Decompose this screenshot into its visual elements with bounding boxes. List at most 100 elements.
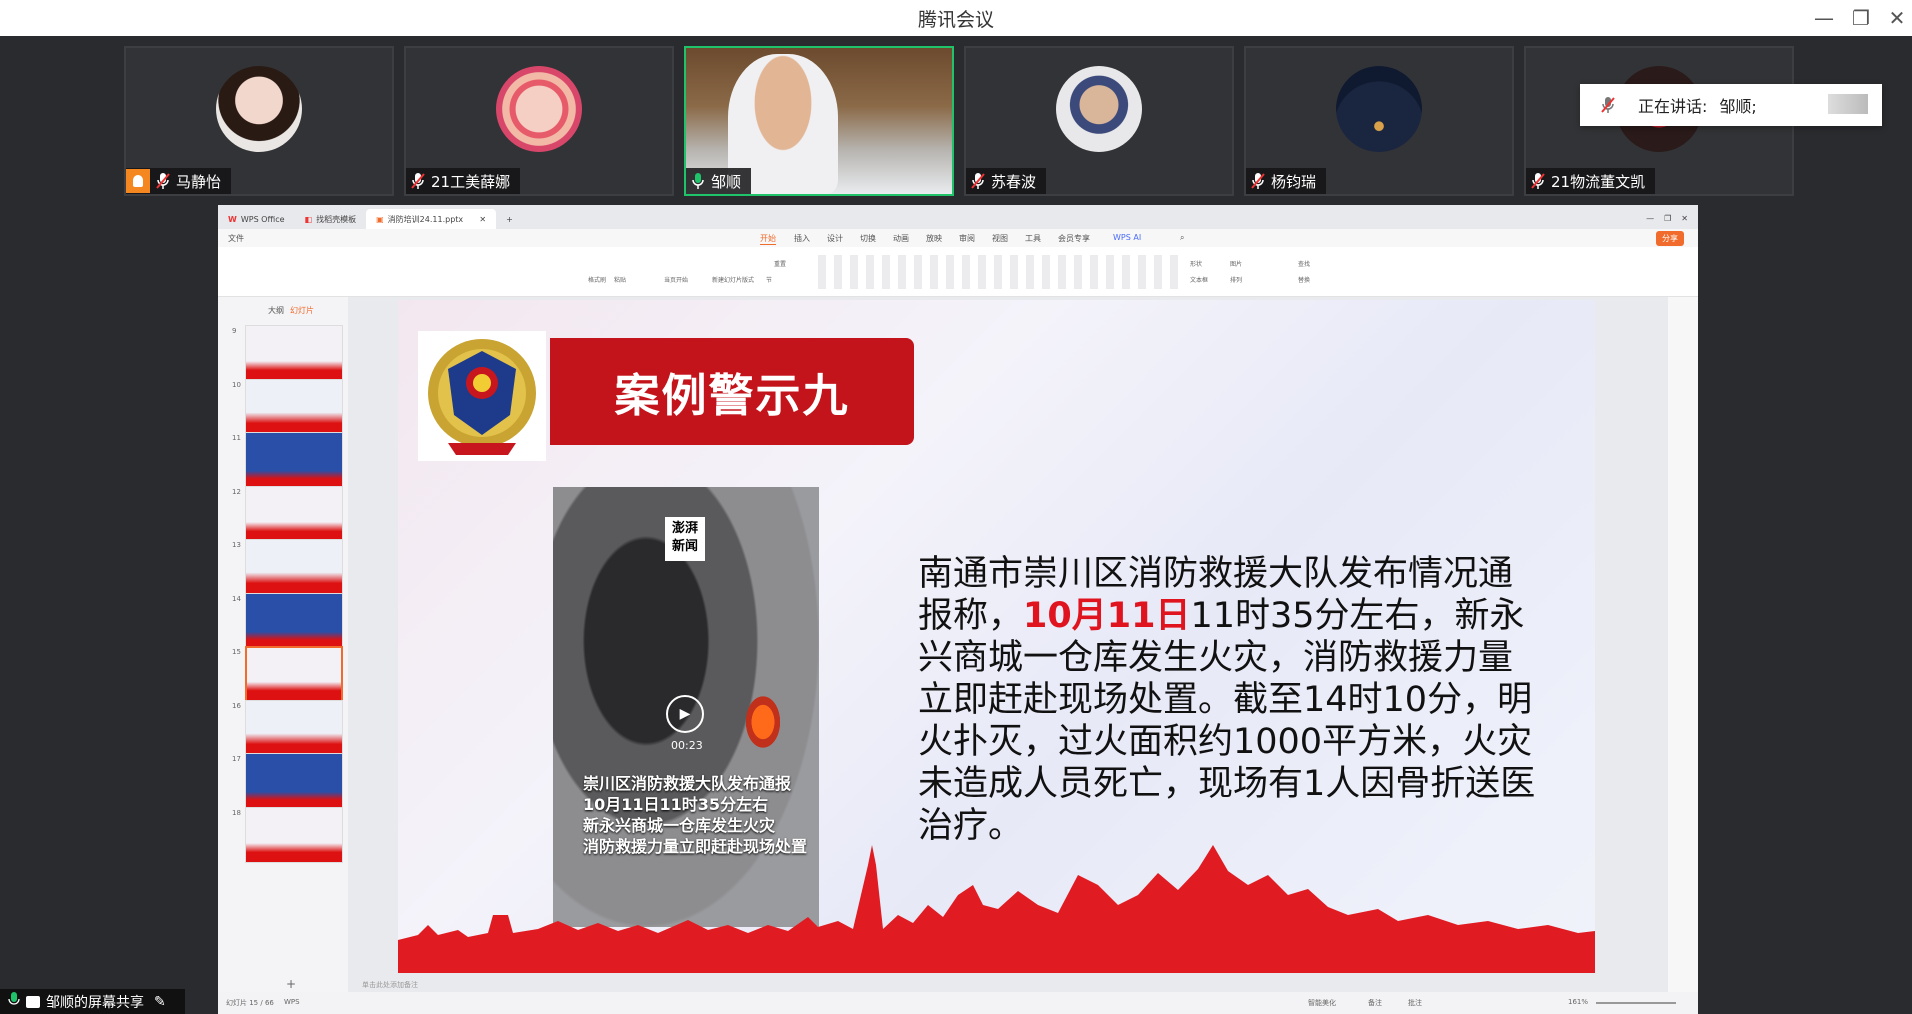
notes-button[interactable]: 备注 (1368, 998, 1382, 1008)
slide-thumbnail[interactable] (245, 699, 343, 756)
close-icon[interactable]: ✕ (1681, 214, 1688, 223)
template-icon: ◧ (304, 214, 313, 224)
menu-tools[interactable]: 工具 (1025, 233, 1041, 244)
slide-thumbnail[interactable] (245, 646, 343, 702)
mic-muted-icon (970, 172, 986, 190)
slide-thumbnail-pane: 大纲 幻灯片 9 10 11 12 13 14 15 16 17 18 + (218, 297, 348, 992)
slide-thumbnail[interactable] (245, 592, 343, 649)
comments-button[interactable]: 批注 (1408, 998, 1422, 1008)
new-slide-button[interactable]: 新建幻灯片 (712, 275, 742, 284)
slide-number: 10 (232, 380, 241, 389)
mic-muted-icon (155, 172, 171, 190)
menu-wps-ai[interactable]: WPS AI (1113, 233, 1141, 242)
pen-icon[interactable]: ✎ (154, 994, 166, 1010)
outline-tab[interactable]: 大纲 (268, 305, 284, 316)
slides-tab[interactable]: 幻灯片 (290, 305, 314, 316)
name-tag: 邹顺 (686, 168, 752, 194)
close-icon[interactable]: ✕ (1882, 4, 1912, 32)
zoom-level[interactable]: 161% (1568, 998, 1588, 1006)
participant-tile[interactable]: 苏春波 (964, 46, 1234, 196)
menu-view[interactable]: 视图 (992, 233, 1008, 244)
smart-beautify-button[interactable]: 智能美化 (1308, 998, 1336, 1008)
screen-share-label: 邹顺的屏幕共享 ✎ (0, 989, 185, 1014)
menu-design[interactable]: 设计 (827, 233, 843, 244)
slide-thumbnail[interactable] (245, 485, 343, 542)
find-button[interactable]: 查找 (1298, 259, 1310, 268)
mic-muted-icon (1600, 96, 1616, 118)
participant-tile-active[interactable]: 邹顺 (684, 46, 954, 196)
slide-thumbnail[interactable] (245, 806, 343, 863)
participant-tile[interactable]: 马静怡 (124, 46, 394, 196)
menu-home[interactable]: 开始 (760, 233, 776, 245)
participant-name: 21物流董文凯 (1551, 172, 1646, 191)
format-painter-button[interactable]: 格式刷 (588, 275, 606, 284)
arrange-button[interactable]: 排列 (1230, 275, 1242, 284)
window-controls: — ❐ ✕ (1646, 214, 1698, 229)
ribbon-toolbar: 格式刷 粘贴 当页开始 新建幻灯片 版式 节 重置 形状 图片 文本框 排列 查… (218, 247, 1698, 297)
participant-tile[interactable]: 21工美薛娜 (404, 46, 674, 196)
menu-insert[interactable]: 插入 (794, 233, 810, 244)
slide-number: 18 (232, 808, 241, 817)
name-tag: 苏春波 (966, 168, 1047, 194)
section-button[interactable]: 节 (766, 275, 772, 284)
shared-screen: W WPS Office ◧ 找稻壳模板 ▣ 消防培训24.11.pptx ✕ + — ❐… (218, 205, 1698, 1014)
date-highlight: 10月11日 (1023, 596, 1191, 636)
shape-button[interactable]: 形状 (1190, 259, 1202, 268)
wps-logo-icon: W (228, 214, 237, 224)
restore-icon[interactable]: ❐ (1846, 4, 1876, 32)
tab-template[interactable]: ◧ 找稻壳模板 (295, 209, 367, 229)
replace-button[interactable]: 替换 (1298, 275, 1310, 284)
restore-icon[interactable]: ❐ (1664, 214, 1671, 223)
host-icon (126, 169, 150, 193)
slide-thumbnail[interactable] (245, 432, 343, 488)
menu-member[interactable]: 会员专享 (1058, 233, 1090, 244)
slide-title: 案例警示九 (550, 338, 914, 445)
picture-button[interactable]: 图片 (1230, 259, 1242, 268)
play-from-current-button[interactable]: 当页开始 (664, 275, 688, 284)
slide-thumbnail[interactable] (245, 539, 343, 595)
mic-muted-icon (1250, 172, 1266, 190)
add-slide-button[interactable]: + (286, 977, 296, 991)
tab-label: 消防培训24.11.pptx (387, 214, 464, 224)
search-icon[interactable]: ⌕ (1180, 233, 1184, 243)
font-tools-group (818, 255, 1178, 289)
name-tag: 杨钧瑞 (1246, 168, 1327, 194)
participant-strip: 马静怡 21工美薛娜 邹顺 苏春波 杨钧瑞 21物流董文凯 (124, 46, 1796, 196)
notes-area[interactable]: 单击此处添加备注 (348, 975, 1668, 992)
name-tag: 21工美薛娜 (406, 168, 521, 194)
menu-transition[interactable]: 切换 (860, 233, 876, 244)
menu-review[interactable]: 审阅 (959, 233, 975, 244)
window-titlebar: 腾讯会议 — ❐ ✕ (0, 0, 1912, 36)
slide-body-text: 南通市崇川区消防救援大队发布情况通报称，10月11日11时35分左右，新永兴商城… (918, 554, 1536, 846)
participant-name: 21工美薛娜 (431, 172, 511, 191)
tab-pptx[interactable]: ▣ 消防培训24.11.pptx ✕ (366, 209, 497, 229)
minimize-icon[interactable]: — (1809, 4, 1839, 32)
video-timestamp: 00:23 (671, 739, 703, 752)
new-tab-button[interactable]: + (496, 209, 523, 229)
participant-name: 马静怡 (176, 172, 222, 191)
zoom-slider[interactable] (1596, 1002, 1676, 1004)
layout-button[interactable]: 版式 (742, 275, 754, 284)
slide-thumbnail[interactable] (245, 378, 343, 435)
close-tab-icon[interactable]: ✕ (479, 215, 486, 224)
menu-slideshow[interactable]: 放映 (926, 233, 942, 244)
slide-thumbnail[interactable] (245, 325, 343, 381)
slide-number: 11 (232, 434, 241, 442)
play-icon[interactable]: ▶ (666, 695, 704, 733)
paste-button[interactable]: 粘贴 (614, 275, 626, 284)
slide-thumbnail[interactable] (245, 753, 343, 809)
slide-number: 17 (232, 755, 241, 763)
slide-number: 13 (232, 541, 241, 549)
tab-wps-office[interactable]: W WPS Office (218, 209, 295, 229)
slide-number: 9 (232, 327, 237, 335)
file-menu[interactable]: 文件 (228, 233, 244, 244)
ppt-file-icon: ▣ (376, 214, 384, 224)
textbox-button[interactable]: 文本框 (1190, 275, 1208, 284)
reset-button[interactable]: 重置 (774, 259, 786, 268)
current-slide: 案例警示九 澎湃 新闻 ▶ 00:23 崇川区消防救援大队发布通报 10月11日1… (398, 300, 1595, 973)
participant-tile[interactable]: 杨钧瑞 (1244, 46, 1514, 196)
right-tool-strip (1668, 297, 1698, 992)
minimize-icon[interactable]: — (1646, 214, 1654, 223)
menu-animation[interactable]: 动画 (893, 233, 909, 244)
share-button[interactable]: 分享 (1656, 231, 1684, 246)
